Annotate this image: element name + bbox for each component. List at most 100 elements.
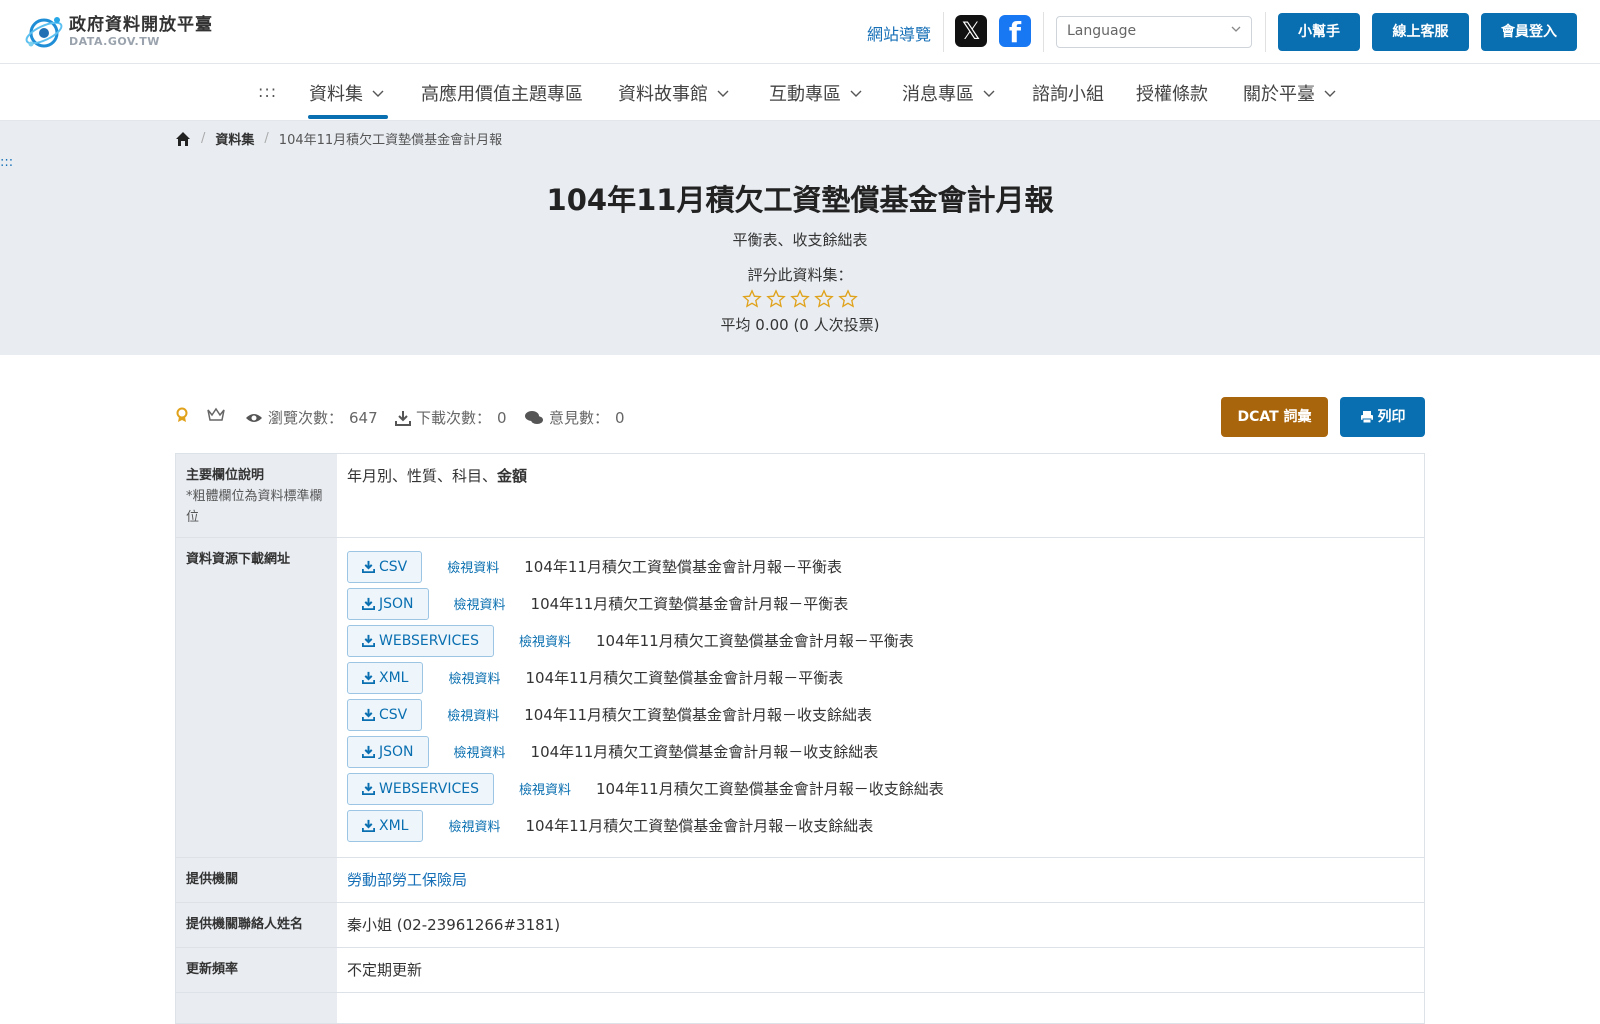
helper-button[interactable]: 小幫手 bbox=[1278, 13, 1360, 51]
resource-name: 104年11月積欠工資墊償基金會計月報－收支餘絀表 bbox=[524, 706, 872, 724]
member-login-button[interactable]: 會員登入 bbox=[1481, 13, 1577, 51]
provider-link[interactable]: 勞動部勞工保險局 bbox=[347, 871, 467, 889]
divider bbox=[943, 12, 944, 52]
download-icon bbox=[362, 634, 375, 647]
fields-bold: 金額 bbox=[497, 467, 528, 485]
resource-item: CSV 檢視資料 104年11月積欠工資墊償基金會計月報－收支餘絀表 bbox=[347, 696, 1414, 733]
chevron-down-icon bbox=[1231, 26, 1241, 32]
star-icon[interactable] bbox=[838, 289, 858, 309]
download-json-button[interactable]: JSON bbox=[347, 735, 429, 768]
frequency-value: 不定期更新 bbox=[347, 961, 423, 979]
download-xml-button[interactable]: XML bbox=[347, 809, 424, 842]
view-data-link[interactable]: 檢視資料 bbox=[448, 668, 500, 687]
chevron-down-icon bbox=[983, 90, 995, 97]
nav-item-label: 互動專區 bbox=[769, 84, 841, 105]
star-icon[interactable] bbox=[766, 289, 786, 309]
x-twitter-icon[interactable]: 𝕏 bbox=[955, 15, 987, 47]
nav-item-label: 諮詢小組 bbox=[1032, 84, 1104, 105]
nav-item-label: 資料集 bbox=[309, 84, 363, 105]
table-row: 資料資源下載網址 CSV 檢視資料 104年11月積欠工資墊償基金會計月報－平衡… bbox=[176, 538, 1424, 858]
resource-name: 104年11月積欠工資墊償基金會計月報－平衡表 bbox=[524, 558, 842, 576]
sitemap-link[interactable]: 網站導覽 bbox=[867, 21, 931, 45]
resource-item: XML 檢視資料 104年11月積欠工資墊償基金會計月報－平衡表 bbox=[347, 659, 1414, 696]
resources-list: CSV 檢視資料 104年11月積欠工資墊償基金會計月報－平衡表 JSON 檢視… bbox=[337, 538, 1424, 857]
comment-count: 意見數： 0 bbox=[524, 407, 625, 428]
rating-stars bbox=[0, 289, 1600, 309]
view-data-link[interactable]: 檢視資料 bbox=[447, 705, 499, 724]
nav-item-data-stories[interactable]: 資料故事館 bbox=[618, 80, 730, 106]
table-row: 主要欄位說明 *粗體欄位為資料標準欄位 年月別、性質、科目、金額 bbox=[176, 454, 1424, 538]
nav-item-interactive[interactable]: 互動專區 bbox=[769, 80, 863, 106]
download-csv-button[interactable]: CSV bbox=[347, 698, 423, 731]
badge-icon bbox=[175, 407, 194, 423]
view-data-link[interactable]: 檢視資料 bbox=[454, 742, 506, 761]
nav-item-datasets[interactable]: 資料集 bbox=[309, 80, 385, 106]
comments-label: 意見數： bbox=[549, 409, 610, 427]
view-data-link[interactable]: 檢視資料 bbox=[454, 594, 506, 613]
view-data-link[interactable]: 檢視資料 bbox=[448, 816, 500, 835]
fields-header: 主要欄位說明 bbox=[186, 468, 265, 483]
dataset-stats-bar: 瀏覽次數： 647 下載次數： 0 意見數： 0 DCAT 詞彙 列印 bbox=[175, 395, 1425, 441]
nav-item-advisory[interactable]: 諮詢小組 bbox=[1032, 80, 1104, 106]
online-service-button[interactable]: 線上客服 bbox=[1372, 13, 1469, 51]
download-icon bbox=[362, 597, 375, 610]
divider bbox=[1043, 12, 1044, 52]
view-data-link[interactable]: 檢視資料 bbox=[519, 631, 571, 650]
resource-item: JSON 檢視資料 104年11月積欠工資墊償基金會計月報－收支餘絀表 bbox=[347, 733, 1414, 770]
download-icon bbox=[362, 671, 375, 684]
printer-icon bbox=[1360, 411, 1373, 424]
nav-item-label: 資料故事館 bbox=[618, 84, 708, 105]
row-header: 主要欄位說明 *粗體欄位為資料標準欄位 bbox=[176, 454, 337, 537]
fields-value: 年月別、性質、科目、金額 bbox=[337, 454, 1424, 537]
row-header: 提供機關聯絡人姓名 bbox=[176, 903, 337, 947]
nav-item-high-value[interactable]: 高應用價值主題專區 bbox=[421, 80, 583, 106]
facebook-icon[interactable]: f bbox=[999, 15, 1031, 47]
resource-item: XML 檢視資料 104年11月積欠工資墊償基金會計月報－收支餘絀表 bbox=[347, 807, 1414, 844]
download-webservices-button[interactable]: WEBSERVICES bbox=[347, 624, 494, 657]
nav-item-license[interactable]: 授權條款 bbox=[1136, 80, 1208, 106]
comments-value: 0 bbox=[615, 408, 625, 427]
star-icon[interactable] bbox=[742, 289, 762, 309]
print-button[interactable]: 列印 bbox=[1340, 397, 1425, 437]
chevron-down-icon bbox=[1324, 90, 1336, 97]
main-nav: ::: 資料集 高應用價值主題專區 資料故事館 互動專區 消息專區 諮詢小組 授… bbox=[0, 64, 1600, 121]
chevron-down-icon bbox=[372, 90, 384, 97]
nav-item-label: 關於平臺 bbox=[1243, 84, 1315, 105]
download-csv-button[interactable]: CSV bbox=[347, 550, 423, 583]
row-header bbox=[176, 993, 337, 1023]
nav-item-news[interactable]: 消息專區 bbox=[902, 80, 996, 106]
row-value bbox=[337, 993, 1424, 1023]
table-row: 更新頻率 不定期更新 bbox=[176, 948, 1424, 993]
resource-name: 104年11月積欠工資墊償基金會計月報－平衡表 bbox=[530, 595, 849, 613]
dataset-hero: / 資料集 / 104年11月積欠工資墊償基金會計月報 ::: 104年11月積… bbox=[0, 121, 1600, 355]
download-webservices-button[interactable]: WEBSERVICES bbox=[347, 772, 494, 805]
dcat-button[interactable]: DCAT 詞彙 bbox=[1221, 397, 1328, 437]
nav-item-about[interactable]: 關於平臺 bbox=[1243, 80, 1337, 106]
view-data-link[interactable]: 檢視資料 bbox=[447, 557, 499, 576]
nav-active-indicator bbox=[308, 115, 388, 119]
download-json-button[interactable]: JSON bbox=[347, 587, 429, 620]
site-logo[interactable]: 政府資料開放平臺 DATA.GOV.TW bbox=[23, 11, 213, 51]
resource-item: CSV 檢視資料 104年11月積欠工資墊償基金會計月報－平衡表 bbox=[347, 548, 1414, 585]
logo-title: 政府資料開放平臺 bbox=[69, 15, 213, 35]
breadcrumb: / 資料集 / 104年11月積欠工資墊償基金會計月報 bbox=[175, 129, 502, 148]
chevron-down-icon bbox=[850, 90, 862, 97]
view-data-link[interactable]: 檢視資料 bbox=[519, 779, 571, 798]
accesskey-anchor[interactable]: ::: bbox=[258, 82, 277, 101]
resource-item: WEBSERVICES 檢視資料 104年11月積欠工資墊償基金會計月報－收支餘… bbox=[347, 770, 1414, 807]
star-icon[interactable] bbox=[790, 289, 810, 309]
views-value: 647 bbox=[349, 408, 378, 427]
resource-name: 104年11月積欠工資墊償基金會計月報－平衡表 bbox=[595, 632, 914, 650]
breadcrumb-datasets[interactable]: 資料集 bbox=[215, 129, 254, 148]
download-icon bbox=[395, 410, 411, 426]
content-anchor[interactable]: ::: bbox=[0, 155, 13, 170]
eye-icon bbox=[246, 413, 262, 422]
downloads-label: 下載次數： bbox=[416, 409, 492, 427]
language-select[interactable]: Language bbox=[1056, 16, 1252, 48]
row-header: 資料資源下載網址 bbox=[176, 538, 337, 857]
home-icon[interactable] bbox=[175, 131, 191, 147]
format-label: JSON bbox=[379, 743, 414, 760]
row-header: 提供機關 bbox=[176, 858, 337, 902]
download-xml-button[interactable]: XML bbox=[347, 661, 424, 694]
star-icon[interactable] bbox=[814, 289, 834, 309]
